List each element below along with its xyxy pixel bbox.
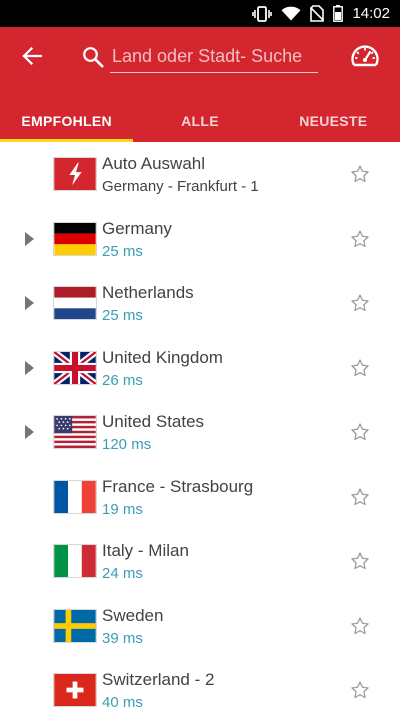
switzerland-flag (53, 673, 97, 708)
united-states-flag (53, 415, 97, 450)
star-icon[interactable] (350, 422, 370, 442)
server-name: Italy - Milan (102, 541, 189, 560)
server-latency: 40 ms (102, 694, 143, 711)
server-latency: 25 ms (102, 242, 143, 260)
status-time: 14:02 (352, 5, 390, 22)
speed-test-button[interactable] (348, 43, 382, 73)
server-name: Germany (102, 218, 172, 238)
server-detail: Germany - Frankfurt - 1 (102, 178, 259, 195)
server-row-auto[interactable]: Auto Auswahl Germany - Frankfurt - 1 (0, 142, 400, 207)
status-icons: 14:02 (252, 0, 390, 27)
server-latency: 25 ms (102, 307, 143, 324)
back-button[interactable] (14, 43, 50, 73)
star-icon[interactable] (350, 293, 370, 313)
server-name: Auto Auswahl (102, 154, 206, 173)
expand-arrow-icon[interactable] (25, 425, 34, 440)
search-bar (82, 43, 318, 75)
tab-bar: EMPFOHLEN ALLE NEUESTE (0, 99, 400, 142)
expand-arrow-icon[interactable] (25, 231, 34, 246)
sweden-flag (53, 608, 97, 643)
star-icon[interactable] (350, 551, 370, 571)
server-name: United Kingdom (102, 347, 223, 367)
no-sim-icon (310, 5, 325, 22)
server-row-france-strasbourg[interactable]: France - Strasbourg 19 ms (0, 465, 400, 530)
star-icon[interactable] (350, 487, 370, 507)
star-icon[interactable] (350, 358, 370, 378)
server-list: Auto Auswahl Germany - Frankfurt - 1 Ger… (0, 142, 400, 711)
server-latency: 24 ms (102, 565, 143, 582)
star-icon[interactable] (350, 616, 370, 636)
server-row-germany[interactable]: Germany 25 ms (0, 207, 400, 272)
star-icon[interactable] (350, 229, 370, 249)
arrow-back-icon (22, 46, 43, 70)
france-flag (53, 479, 97, 514)
expand-arrow-icon[interactable] (25, 360, 34, 375)
server-latency: 39 ms (102, 629, 143, 647)
netherlands-flag (53, 286, 97, 321)
tab-recommended[interactable]: EMPFOHLEN (0, 99, 134, 142)
server-latency: 120 ms (102, 436, 152, 453)
server-row-netherlands[interactable]: Netherlands 25 ms (0, 271, 400, 336)
search-input[interactable] (110, 43, 318, 73)
expand-arrow-icon[interactable] (25, 296, 34, 311)
app-bar: EMPFOHLEN ALLE NEUESTE (0, 27, 400, 142)
wifi-icon (281, 6, 301, 21)
speedometer-icon (350, 43, 380, 74)
star-icon[interactable] (350, 680, 370, 700)
server-latency: 26 ms (102, 371, 143, 389)
server-name: Netherlands (102, 283, 194, 302)
server-row-italy-milan[interactable]: Italy - Milan 24 ms (0, 529, 400, 594)
auto-select-flag (53, 157, 97, 192)
server-row-sweden[interactable]: Sweden 39 ms (0, 594, 400, 659)
server-row-united-states[interactable]: United States 120 ms (0, 400, 400, 465)
vibrate-icon (252, 5, 273, 22)
tab-newest[interactable]: NEUESTE (267, 99, 400, 142)
battery-icon (333, 5, 344, 22)
server-latency: 19 ms (102, 500, 143, 518)
server-name: Sweden (102, 605, 164, 625)
server-name: United States (102, 412, 205, 431)
tab-all[interactable]: ALLE (133, 99, 266, 142)
server-row-switzerland-2[interactable]: Switzerland - 2 40 ms (0, 658, 400, 711)
server-name: France - Strasbourg (102, 476, 254, 496)
server-row-united-kingdom[interactable]: United Kingdom 26 ms (0, 336, 400, 401)
italy-flag (53, 544, 97, 579)
server-name: Switzerland - 2 (102, 670, 215, 689)
united-kingdom-flag (53, 350, 97, 385)
status-bar: 14:02 (0, 0, 400, 27)
star-icon[interactable] (350, 164, 370, 184)
germany-flag (53, 221, 97, 256)
search-icon (82, 46, 104, 73)
